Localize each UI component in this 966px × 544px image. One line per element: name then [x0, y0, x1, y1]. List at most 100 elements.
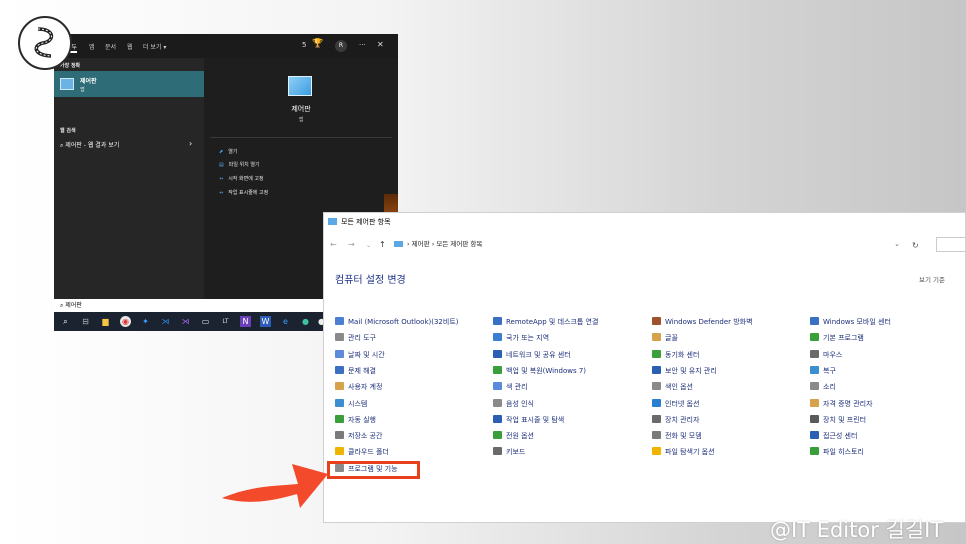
- onenote-icon[interactable]: N: [240, 316, 251, 327]
- item-icon: [652, 349, 661, 358]
- control-panel-item[interactable]: 백업 및 복원(Windows 7): [493, 365, 587, 376]
- chevron-down-icon[interactable]: ⌄: [894, 237, 900, 252]
- search-icon[interactable]: ⌕: [60, 316, 71, 327]
- more-options-icon[interactable]: ···: [359, 41, 366, 49]
- avatar[interactable]: R: [335, 40, 347, 52]
- item-icon: [335, 317, 344, 325]
- back-icon[interactable]: ←: [330, 240, 337, 249]
- control-panel-item[interactable]: 소리: [810, 382, 836, 392]
- chrome-icon[interactable]: ◉: [120, 316, 131, 327]
- item-label: 백업 및 복원(Windows 7): [506, 366, 587, 375]
- item-label: 문제 해결: [348, 366, 376, 375]
- control-panel-item[interactable]: 복구: [810, 365, 836, 376]
- control-panel-item[interactable]: 관리 도구: [335, 333, 376, 343]
- control-panel-item[interactable]: RemoteApp 및 데스크톱 연결: [493, 317, 598, 327]
- item-icon: [810, 431, 819, 440]
- item-icon: [493, 317, 502, 325]
- search-input-value: 제어판: [65, 302, 82, 309]
- control-panel-item[interactable]: 파일 히스토리: [810, 447, 864, 457]
- control-panel-item[interactable]: 음성 인식: [493, 398, 534, 409]
- item-icon: [652, 431, 661, 440]
- up-icon[interactable]: ↑: [379, 240, 386, 249]
- visual-studio-icon[interactable]: ⋊: [180, 316, 191, 327]
- best-match-item[interactable]: 제어판 앱: [54, 71, 204, 97]
- control-panel-item[interactable]: 파일 탐색기 옵션: [652, 447, 715, 457]
- twitter-icon[interactable]: ✦: [140, 316, 151, 327]
- breadcrumb-control-panel[interactable]: 제어판: [412, 240, 430, 248]
- control-panel-item[interactable]: 전화 및 모뎀: [652, 431, 702, 441]
- item-label: 장치 및 프린터: [823, 415, 867, 424]
- control-panel-item[interactable]: 마우스: [810, 349, 842, 360]
- divider: [210, 137, 392, 138]
- control-panel-item[interactable]: 자동 실행: [335, 414, 376, 425]
- action-open-file-location[interactable]: ▤ 파일 위치 열기: [219, 161, 260, 168]
- item-icon: [493, 431, 502, 440]
- edge-icon[interactable]: e: [280, 316, 291, 327]
- control-panel-item[interactable]: 저장소 공간: [335, 431, 382, 441]
- close-icon[interactable]: ✕: [377, 40, 384, 49]
- control-panel-item[interactable]: 시스템: [335, 398, 367, 409]
- address-path[interactable]: › 제어판 › 모든 제어판 항목 ⌄: [394, 237, 904, 252]
- forward-icon[interactable]: →: [348, 240, 355, 249]
- web-search-item[interactable]: ⌕ 제어판 - 웹 결과 보기 ›: [60, 139, 192, 150]
- control-panel-item[interactable]: 네트워크 및 공유 센터: [493, 349, 571, 360]
- action-pin-to-start[interactable]: ⇸ 시작 화면에 고정: [219, 175, 264, 182]
- item-icon: [335, 382, 344, 391]
- action-pin-to-taskbar[interactable]: ⇸ 작업 표시줄에 고정: [219, 189, 268, 196]
- control-panel-item[interactable]: 날짜 및 시간: [335, 349, 385, 360]
- tab-documents[interactable]: 문서: [105, 42, 116, 51]
- control-panel-item[interactable]: 보안 및 유지 관리: [652, 365, 717, 376]
- control-panel-item[interactable]: 장치 관리자: [652, 414, 699, 425]
- chevron-down-icon[interactable]: ⌄: [366, 242, 371, 249]
- item-icon: [335, 398, 344, 407]
- control-panel-item[interactable]: 전원 옵션: [493, 431, 534, 441]
- vscode-icon[interactable]: ⋊: [160, 316, 171, 327]
- control-panel-icon: [394, 241, 403, 247]
- control-panel-item[interactable]: 작업 표시줄 및 탐색: [493, 414, 564, 425]
- control-panel-item[interactable]: 클라우드 폴더: [335, 447, 389, 457]
- tab-apps[interactable]: 앱: [89, 42, 95, 51]
- item-icon: [335, 333, 344, 342]
- control-panel-item[interactable]: 색 관리: [493, 382, 528, 392]
- control-panel-item[interactable]: 국가 또는 지역: [493, 333, 549, 343]
- item-icon: [493, 447, 502, 456]
- control-panel-item[interactable]: 키보드: [493, 447, 525, 457]
- item-label: 색 관리: [506, 383, 528, 392]
- app-icon-lt[interactable]: LT: [220, 316, 231, 327]
- app-icon-green[interactable]: ●: [300, 316, 311, 327]
- item-label: Mail (Microsoft Outlook)(32비트): [348, 318, 459, 326]
- item-icon: [493, 382, 502, 391]
- trophy-icon[interactable]: 🏆: [312, 39, 323, 49]
- app-icon[interactable]: ▭: [200, 316, 211, 327]
- highlight-box: [327, 461, 420, 479]
- tab-web[interactable]: 웹: [127, 42, 133, 51]
- task-view-icon[interactable]: ⊟: [80, 316, 91, 327]
- preview-subtitle: 앱: [298, 117, 304, 123]
- item-label: 자격 증명 관리자: [823, 399, 873, 408]
- control-panel-item[interactable]: 접근성 센터: [810, 431, 857, 441]
- file-explorer-icon[interactable]: ▆: [100, 316, 111, 327]
- control-panel-item[interactable]: 사용자 계정: [335, 382, 382, 392]
- control-panel-item[interactable]: 색인 옵션: [652, 382, 693, 392]
- item-icon: [652, 414, 661, 423]
- search-input[interactable]: [936, 237, 965, 252]
- control-panel-item[interactable]: 기본 프로그램: [810, 333, 864, 343]
- control-panel-item[interactable]: 장치 및 프린터: [810, 414, 867, 425]
- control-panel-item[interactable]: 글꼴: [652, 333, 678, 343]
- control-panel-item[interactable]: Windows 모바일 센터: [810, 317, 891, 327]
- window-title: 모든 제어판 항목: [341, 218, 391, 226]
- control-panel-item[interactable]: 인터넷 옵션: [652, 398, 699, 409]
- control-panel-item[interactable]: Mail (Microsoft Outlook)(32비트): [335, 317, 459, 327]
- action-open[interactable]: ⬈ 열기: [219, 148, 237, 155]
- item-label: 키보드: [506, 448, 526, 457]
- tab-more[interactable]: 더 보기 ▾: [143, 42, 166, 51]
- item-icon: [652, 365, 661, 374]
- word-icon[interactable]: W: [260, 316, 271, 327]
- control-panel-item[interactable]: 자격 증명 관리자: [810, 398, 873, 409]
- control-panel-item[interactable]: 문제 해결: [335, 365, 376, 376]
- control-panel-item[interactable]: Windows Defender 방화벽: [652, 317, 753, 327]
- breadcrumb-all-items[interactable]: 모든 제어판 항목: [436, 240, 482, 248]
- refresh-icon[interactable]: ↻: [912, 241, 919, 250]
- view-by-label[interactable]: 보기 기준: [919, 274, 945, 284]
- control-panel-item[interactable]: 동기화 센터: [652, 349, 699, 360]
